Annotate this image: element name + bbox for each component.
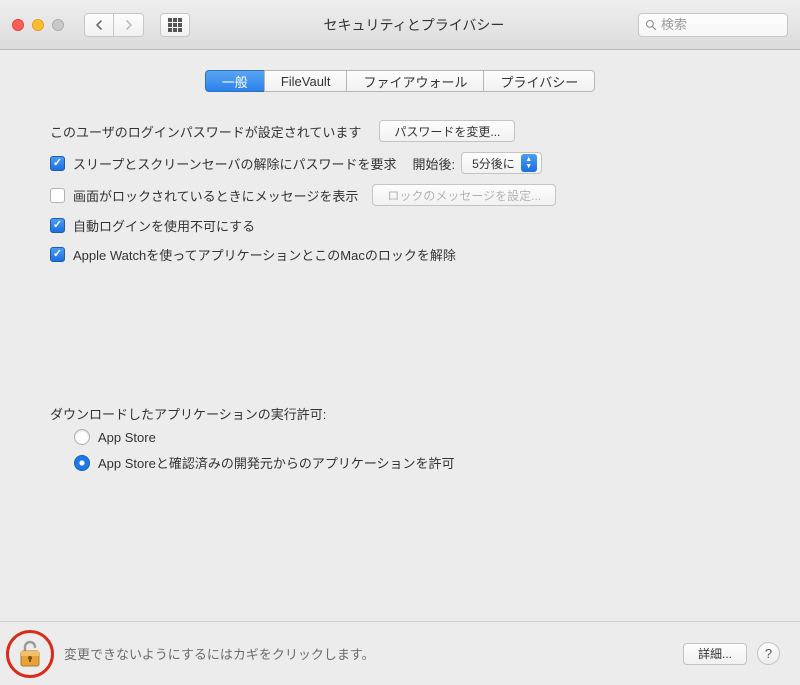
password-set-label: このユーザのログインパスワードが設定されています	[50, 122, 361, 141]
pane-content: 一般 FileVault ファイアウォール プライバシー このユーザのログインパ…	[0, 50, 800, 685]
lock-highlight-circle	[6, 630, 54, 678]
disable-auto-login-checkbox[interactable]	[50, 218, 65, 233]
require-password-checkbox[interactable]	[50, 156, 65, 171]
question-mark-icon: ?	[765, 646, 772, 661]
show-all-button[interactable]	[160, 13, 190, 37]
lock-hint-text: 変更できないようにするにはカギをクリックします。	[64, 644, 375, 663]
show-lock-message-label: 画面がロックされているときにメッセージを表示	[73, 186, 358, 205]
forward-button[interactable]	[114, 13, 144, 37]
tab-firewall[interactable]: ファイアウォール	[346, 70, 483, 92]
search-input[interactable]	[661, 17, 781, 32]
login-password-section: このユーザのログインパスワードが設定されています パスワードを変更... スリー…	[30, 120, 770, 264]
chevron-left-icon	[95, 20, 103, 30]
help-button[interactable]: ?	[757, 642, 780, 665]
allow-downloads-section: ダウンロードしたアプリケーションの実行許可: App Store App Sto…	[30, 404, 770, 472]
radio-identified-developers-label: App Storeと確認済みの開発元からのアプリケーションを許可	[98, 453, 455, 472]
chevron-right-icon	[125, 20, 133, 30]
set-lock-message-button[interactable]: ロックのメッセージを設定...	[372, 184, 556, 206]
minimize-window-button[interactable]	[32, 19, 44, 31]
change-password-button[interactable]: パスワードを変更...	[379, 120, 515, 142]
allow-downloads-title: ダウンロードしたアプリケーションの実行許可:	[50, 404, 760, 423]
nav-buttons	[84, 13, 144, 37]
window-controls	[12, 19, 64, 31]
tab-bar: 一般 FileVault ファイアウォール プライバシー	[30, 70, 770, 92]
lock-icon[interactable]	[17, 639, 43, 669]
tab-general[interactable]: 一般	[205, 70, 264, 92]
search-icon	[645, 19, 657, 31]
back-button[interactable]	[84, 13, 114, 37]
grid-icon	[168, 18, 182, 32]
apple-watch-unlock-checkbox[interactable]	[50, 247, 65, 262]
apple-watch-unlock-label: Apple Watchを使ってアプリケーションとこのMacのロックを解除	[73, 245, 456, 264]
window-toolbar: セキュリティとプライバシー	[0, 0, 800, 50]
select-stepper-icon: ▲▼	[521, 154, 537, 172]
close-window-button[interactable]	[12, 19, 24, 31]
radio-app-store[interactable]	[74, 429, 90, 445]
advanced-button[interactable]: 詳細...	[683, 643, 747, 665]
tab-privacy[interactable]: プライバシー	[483, 70, 595, 92]
search-field[interactable]	[638, 13, 788, 37]
footer-bar: 変更できないようにするにはカギをクリックします。 詳細... ?	[0, 621, 800, 685]
radio-identified-developers[interactable]	[74, 455, 90, 471]
tab-filevault[interactable]: FileVault	[264, 70, 347, 92]
window-title: セキュリティとプライバシー	[198, 15, 630, 35]
radio-app-store-label: App Store	[98, 430, 156, 445]
disable-auto-login-label: 自動ログインを使用不可にする	[73, 216, 255, 235]
show-lock-message-checkbox[interactable]	[50, 188, 65, 203]
require-after-select[interactable]: 5分後に ▲▼	[461, 152, 542, 174]
zoom-window-button[interactable]	[52, 19, 64, 31]
require-after-label: 開始後:	[412, 154, 455, 173]
require-password-label: スリープとスクリーンセーバの解除にパスワードを要求	[73, 154, 396, 173]
require-after-value: 5分後に	[472, 155, 515, 172]
